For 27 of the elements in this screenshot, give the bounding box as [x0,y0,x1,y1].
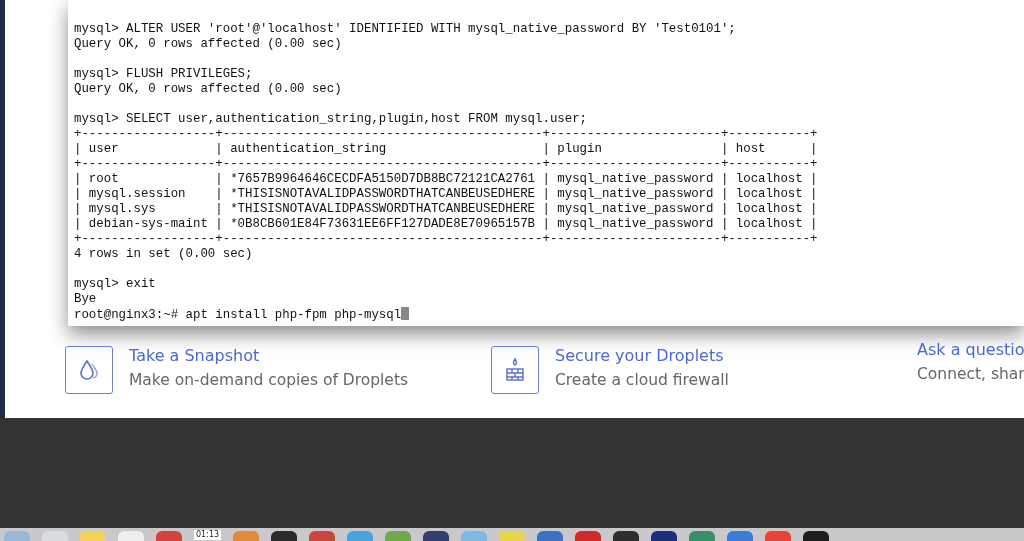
terminal-line: 4 rows in set (0.00 sec) [74,247,254,262]
terminal-line: Query OK, 0 rows affected (0.00 sec) [74,37,343,52]
terminal-line: | mysql.sys | *THISISNOTAVALIDPASSWORDTHATCANBEUSEDHERE | mysql_native_password | localhost | [74,202,819,217]
terminal-line: mysql> SELECT user,authentication_string,plugin,host FROM mysql.user; [74,112,589,127]
terminal-line: root@nginx3:~# apt install php-fpm php-mysql [74,308,402,322]
terminal-line: | user | authentication_string | plugin | host | [74,142,819,157]
clock-icon[interactable]: 01:13 [194,530,222,540]
terminal-line: | debian-sys-maint | *0B8CB601E84F73631EE6FF127DADE8E70965157B | mysql_native_password | localhost | [74,217,819,232]
feature-description: Make on-demand copies of Droplets [129,370,409,391]
feature-link[interactable]: Ask a questio [917,340,1024,360]
terminal-line: mysql> exit [74,277,157,292]
terminal-line: +------------------+-------------------------------------------+-----------------------+-----------+ [74,232,819,247]
terminal-line: mysql> FLUSH PRIVILEGES; [74,67,254,82]
feature-link[interactable]: Take a Snapshot [129,346,409,366]
terminal-line: +------------------+-------------------------------------------+-----------------------+-----------+ [74,127,819,142]
terminal-line: | root | *7657B9964646CECDFA5150D7DB8BC72121CA2761 | mysql_native_password | localhost | [74,172,819,187]
feature-description: Connect, shar [917,364,1024,385]
feature-description: Create a cloud firewall [555,370,729,391]
cursor-icon [401,307,410,320]
terminal-line: mysql> ALTER USER 'root'@'localhost' IDENTIFIED WITH mysql_native_password BY 'Test0101'; [74,22,737,37]
terminal-line: +------------------+-------------------------------------------+-----------------------+-----------+ [74,157,819,172]
droplet-icon [78,358,100,382]
firewall-icon [504,357,526,383]
terminal-line: | mysql.session | *THISISNOTAVALIDPASSWORDTHATCANBEUSEDHERE | mysql_native_password | localhost | [74,187,819,202]
terminal-line: Bye [74,292,98,307]
terminal-line: Query OK, 0 rows affected (0.00 sec) [74,82,343,97]
feature-link[interactable]: Secure your Droplets [555,346,729,366]
